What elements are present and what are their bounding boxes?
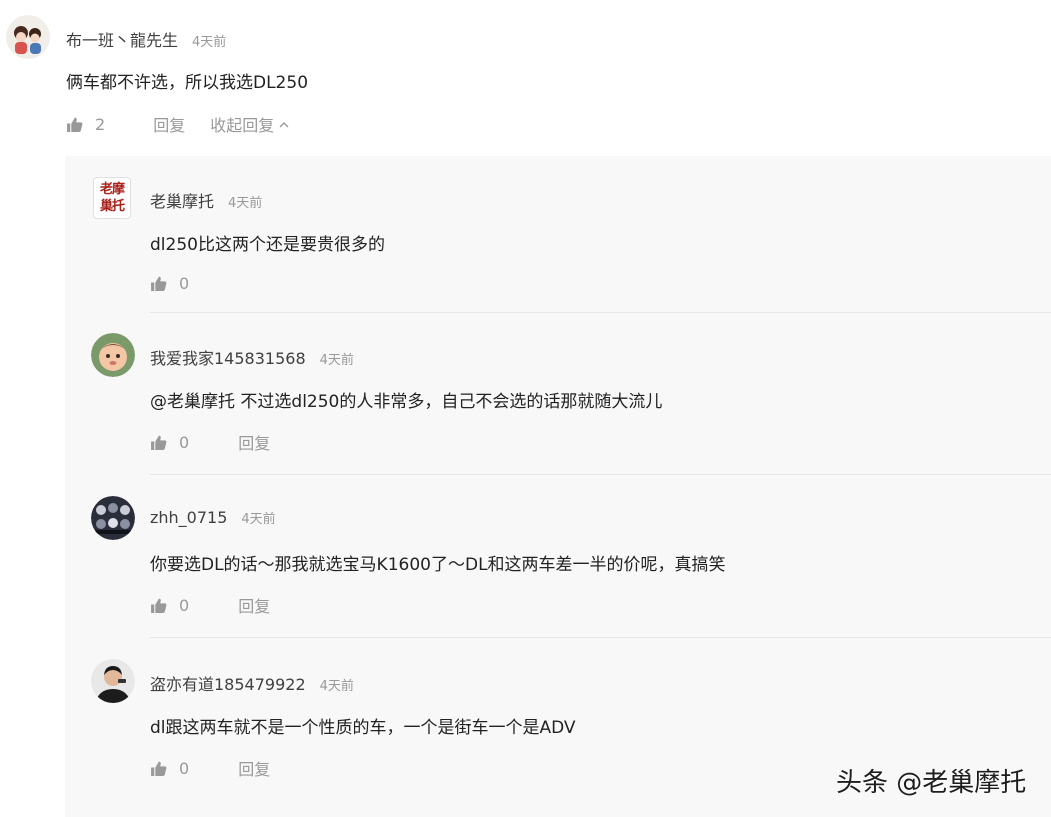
username[interactable]: 盗亦有道185479922 bbox=[150, 675, 306, 694]
reply-button[interactable]: 回复 bbox=[238, 430, 270, 454]
reply-actions: 0 回复 bbox=[150, 430, 270, 454]
avatar[interactable]: 老摩巢托 bbox=[93, 177, 131, 219]
comment-section: 布一班丶龍先生 4天前 俩车都不许选，所以我选DL250 2 回复 收起回复 老摩… bbox=[0, 0, 1051, 817]
reply-author: 盗亦有道185479922 4天前 bbox=[150, 671, 354, 695]
reply-actions: 0 回复 bbox=[150, 756, 270, 780]
avatar[interactable] bbox=[91, 659, 135, 703]
timestamp: 4天前 bbox=[228, 196, 263, 211]
reply-button[interactable]: 回复 bbox=[153, 112, 185, 136]
reply-actions: 0 回复 bbox=[150, 593, 270, 617]
like-count: 0 bbox=[179, 273, 190, 293]
like-count: 0 bbox=[179, 432, 190, 452]
username[interactable]: 老巢摩托 bbox=[150, 192, 214, 211]
divider bbox=[150, 637, 1051, 638]
username[interactable]: 我爱我家145831568 bbox=[150, 349, 306, 368]
collapse-label: 收起回复 bbox=[210, 116, 275, 135]
timestamp: 4天前 bbox=[319, 353, 354, 368]
thumbs-up-icon bbox=[67, 117, 83, 132]
watermark: 头条 @老巢摩托 bbox=[836, 768, 1027, 798]
avatar[interactable] bbox=[6, 15, 50, 59]
like-button[interactable]: 0 bbox=[150, 274, 189, 293]
comment-author: 布一班丶龍先生 4天前 bbox=[66, 27, 226, 51]
avatar[interactable] bbox=[91, 496, 135, 540]
comment-text: 俩车都不许选，所以我选DL250 bbox=[66, 73, 309, 93]
reply-text: @老巢摩托 不过选dl250的人非常多，自己不会选的话那就随大流儿 bbox=[150, 392, 663, 412]
reply-text: 你要选DL的话～那我就选宝马K1600了～DL和这两车差一半的价呢，真搞笑 bbox=[150, 555, 726, 575]
divider bbox=[150, 474, 1051, 475]
like-count: 0 bbox=[179, 758, 190, 778]
reply-actions: 0 bbox=[150, 271, 189, 295]
reply-text: dl250比这两个还是要贵很多的 bbox=[150, 235, 385, 255]
thumbs-up-icon bbox=[151, 435, 167, 450]
like-count: 2 bbox=[95, 114, 106, 134]
reply-author: 我爱我家145831568 4天前 bbox=[150, 345, 354, 369]
comment-actions: 2 回复 收起回复 bbox=[66, 112, 290, 136]
avatar-logo-text: 老摩巢托 bbox=[99, 182, 125, 214]
thumbs-up-icon bbox=[151, 276, 167, 291]
username[interactable]: 布一班丶龍先生 bbox=[66, 31, 178, 50]
timestamp: 4天前 bbox=[241, 512, 276, 527]
timestamp: 4天前 bbox=[319, 679, 354, 694]
reply-author: zhh_0715 4天前 bbox=[150, 508, 276, 527]
reply-author: 老巢摩托 4天前 bbox=[150, 188, 262, 212]
like-button[interactable]: 2 bbox=[66, 115, 105, 134]
avatar[interactable] bbox=[91, 333, 135, 377]
timestamp: 4天前 bbox=[192, 35, 227, 50]
chevron-up-icon bbox=[279, 122, 289, 128]
thumbs-up-icon bbox=[151, 761, 167, 776]
like-button[interactable]: 0 bbox=[150, 433, 189, 452]
divider bbox=[150, 312, 1051, 313]
thumbs-up-icon bbox=[151, 598, 167, 613]
reply-button[interactable]: 回复 bbox=[238, 593, 270, 617]
reply-button[interactable]: 回复 bbox=[238, 756, 270, 780]
like-button[interactable]: 0 bbox=[150, 759, 189, 778]
reply-text: dl跟这两车就不是一个性质的车，一个是街车一个是ADV bbox=[150, 718, 576, 738]
like-count: 0 bbox=[179, 595, 190, 615]
like-button[interactable]: 0 bbox=[150, 596, 189, 615]
collapse-replies-button[interactable]: 收起回复 bbox=[210, 112, 290, 136]
username[interactable]: zhh_0715 bbox=[150, 508, 227, 527]
